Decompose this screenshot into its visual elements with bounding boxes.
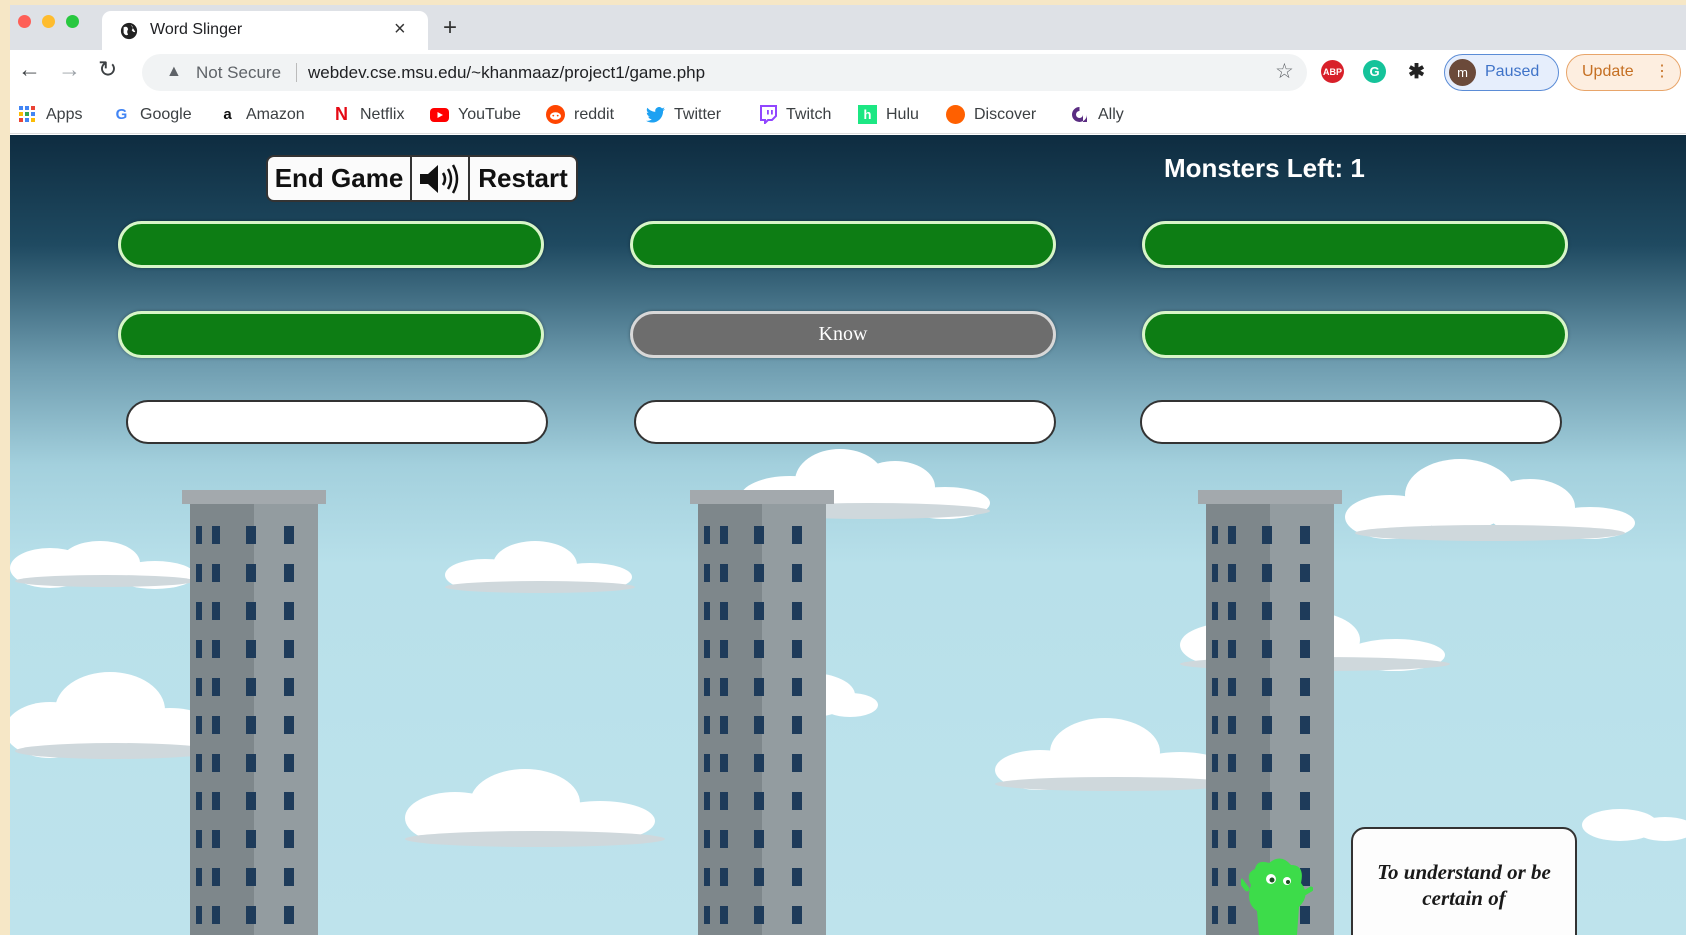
answer-input-left[interactable] [126, 400, 548, 444]
tab-title: Word Slinger [150, 21, 243, 38]
bookmark-label: Google [140, 105, 192, 123]
reload-icon[interactable]: ↻ [98, 56, 117, 83]
bookmark-label: Apps [46, 105, 83, 123]
end-game-button[interactable]: End Game [266, 155, 412, 202]
monster-character [1241, 858, 1313, 935]
cloud-decoration [10, 541, 195, 589]
extensions-puzzle-icon[interactable]: ✱ [1405, 60, 1428, 83]
forward-arrow-icon[interactable]: → [58, 56, 81, 83]
bookmark-label: YouTube [458, 105, 521, 123]
avatar: m [1449, 59, 1476, 86]
monsters-left-counter: Monsters Left: 1 [1164, 153, 1365, 183]
address-bar[interactable]: ▲ Not Secure webdev.cse.msu.edu/~khanmaa… [142, 54, 1307, 91]
bookmark-label: Netflix [360, 105, 405, 123]
game-controls: End Game Restart [266, 155, 578, 202]
speaker-icon [420, 163, 459, 194]
word-slot [1142, 311, 1568, 358]
bookmark-hulu[interactable]: h Hulu [858, 105, 919, 124]
bookmark-amazon[interactable]: a Amazon [218, 105, 305, 124]
bookmark-star-icon[interactable]: ☆ [1275, 59, 1294, 84]
update-button[interactable]: Update ⋮ [1566, 54, 1681, 91]
bookmarks-bar: Apps G Google a Amazon N Netflix YouTube… [10, 96, 1686, 134]
new-tab-button[interactable]: + [443, 14, 457, 42]
word-slot [630, 221, 1056, 268]
hulu-icon: h [858, 105, 877, 124]
maximize-window-button[interactable] [66, 15, 79, 28]
word-slot-revealed: Know [630, 311, 1056, 358]
cloud-decoration [1345, 459, 1635, 541]
restart-button[interactable]: Restart [468, 155, 578, 202]
bookmark-youtube[interactable]: YouTube [430, 105, 521, 124]
url-text[interactable]: webdev.cse.msu.edu/~khanmaaz/project1/ga… [308, 63, 705, 83]
bookmark-label: Ally [1098, 105, 1124, 123]
bookmark-label: Hulu [886, 105, 919, 123]
bookmark-netflix[interactable]: N Netflix [332, 104, 405, 124]
word-slot [118, 311, 544, 358]
profile-button[interactable]: m Paused [1444, 54, 1559, 91]
building-left [182, 490, 326, 935]
close-window-button[interactable] [18, 15, 31, 28]
bookmark-label: Amazon [246, 105, 305, 123]
building-middle [690, 490, 834, 935]
bookmark-twitch[interactable]: Twitch [758, 105, 831, 124]
google-icon: G [115, 106, 128, 123]
divider [296, 63, 297, 82]
twitter-icon [646, 105, 665, 124]
browser-toolbar: ← → ↻ ▲ Not Secure webdev.cse.msu.edu/~k… [10, 50, 1686, 96]
answer-input-middle[interactable] [634, 400, 1056, 444]
bookmark-twitter[interactable]: Twitter [646, 105, 721, 124]
youtube-icon [430, 105, 449, 124]
kebab-menu-icon: ⋮ [1654, 63, 1670, 80]
bookmark-label: Twitter [674, 105, 722, 123]
bookmark-label: reddit [574, 105, 615, 123]
word-slot [118, 221, 544, 268]
browser-window: Word Slinger × + ← → ↻ ▲ Not Secure webd… [10, 5, 1686, 935]
sync-status-label: Paused [1485, 63, 1540, 80]
game-canvas: End Game Restart Monsters Left: 1 Know T… [10, 135, 1686, 935]
definition-card: To understand or be certain of [1351, 827, 1577, 935]
security-status[interactable]: Not Secure [196, 63, 281, 83]
cloud-decoration [445, 541, 635, 593]
globe-icon [120, 22, 138, 40]
adblock-extension-icon[interactable]: ABP [1321, 60, 1344, 83]
discover-icon [946, 105, 965, 124]
cloud-decoration [405, 769, 665, 847]
bookmark-ally[interactable]: Ally [1070, 105, 1124, 124]
netflix-icon: N [335, 104, 348, 124]
reddit-icon [546, 105, 565, 124]
apps-grid-icon [18, 105, 37, 124]
bookmark-google[interactable]: G Google [112, 105, 192, 124]
grammarly-extension-icon[interactable]: G [1363, 60, 1386, 83]
warning-triangle-icon: ▲ [166, 63, 182, 80]
answer-input-right[interactable] [1140, 400, 1562, 444]
twitch-icon [758, 105, 777, 124]
amazon-icon: a [223, 106, 232, 123]
bookmark-reddit[interactable]: reddit [546, 105, 614, 124]
bookmark-label: Discover [974, 105, 1037, 123]
close-tab-icon[interactable]: × [394, 18, 406, 41]
update-label: Update [1582, 63, 1634, 80]
cloud-decoration [1582, 809, 1686, 841]
browser-tab[interactable]: Word Slinger × [102, 11, 428, 50]
word-slot [1142, 221, 1568, 268]
back-arrow-icon[interactable]: ← [18, 56, 41, 83]
bookmark-discover[interactable]: Discover [946, 105, 1036, 124]
tab-strip: Word Slinger × + [10, 5, 1686, 50]
bookmark-label: Twitch [786, 105, 832, 123]
sound-toggle-button[interactable] [412, 155, 468, 202]
bookmark-apps[interactable]: Apps [18, 105, 82, 124]
minimize-window-button[interactable] [42, 15, 55, 28]
ally-icon [1070, 105, 1089, 124]
